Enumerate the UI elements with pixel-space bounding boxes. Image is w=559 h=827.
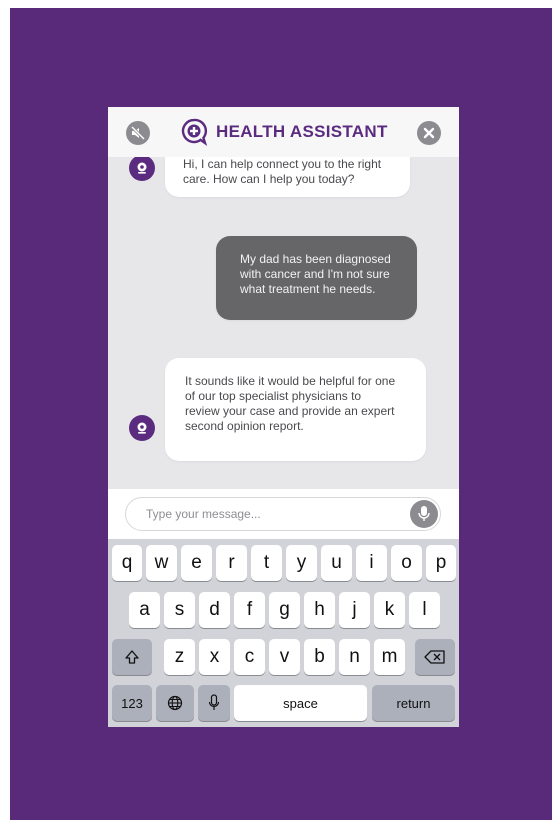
key-x[interactable]: x (199, 639, 230, 675)
shift-key[interactable] (112, 639, 152, 675)
close-icon (423, 127, 435, 139)
assistant-avatar (129, 157, 155, 181)
header-title-group: HEALTH ASSISTANT (180, 118, 388, 146)
key-c[interactable]: c (234, 639, 265, 675)
key-r[interactable]: r (216, 545, 247, 581)
message-line: care. How can I help you today? (183, 172, 355, 186)
mute-button[interactable] (126, 121, 150, 145)
key-f[interactable]: f (234, 592, 265, 628)
assistant-avatar (129, 415, 155, 441)
message-input-wrapper (125, 497, 441, 531)
message-line: what treatment he needs. (240, 282, 376, 296)
assistant-message: Hi, I can help connect you to the right … (165, 157, 410, 197)
chat-plus-icon (181, 118, 208, 146)
key-t[interactable]: t (251, 545, 282, 581)
key-m[interactable]: m (374, 639, 405, 675)
dictation-key[interactable] (198, 685, 230, 721)
globe-key[interactable] (156, 685, 194, 721)
backspace-icon (424, 650, 445, 664)
message-line: with cancer and I'm not sure (240, 267, 390, 281)
key-p[interactable]: p (426, 545, 456, 581)
key-j[interactable]: j (339, 592, 370, 628)
message-line: second opinion report. (185, 419, 304, 433)
message-line: It sounds like it would be helpful for o… (185, 374, 396, 388)
voice-input-button[interactable] (410, 500, 438, 528)
key-s[interactable]: s (164, 592, 195, 628)
key-q[interactable]: q (112, 545, 142, 581)
key-u[interactable]: u (321, 545, 352, 581)
message-input[interactable] (146, 498, 406, 530)
key-l[interactable]: l (409, 592, 440, 628)
key-a[interactable]: a (129, 592, 160, 628)
backspace-key[interactable] (415, 639, 455, 675)
microphone-icon (418, 506, 430, 521)
key-e[interactable]: e (181, 545, 212, 581)
phone-screen: HEALTH ASSISTANT Hi, I can help connect … (108, 107, 459, 727)
key-o[interactable]: o (391, 545, 422, 581)
assistant-face-icon (137, 422, 147, 434)
key-n[interactable]: n (339, 639, 370, 675)
return-key[interactable]: return (372, 685, 455, 721)
page-title: HEALTH ASSISTANT (216, 122, 388, 141)
message-line: Hi, I can help connect you to the right (183, 157, 382, 171)
message-line: review your case and provide an expert (185, 404, 395, 418)
message-line: My dad has been diagnosed (240, 252, 391, 266)
key-d[interactable]: d (199, 592, 230, 628)
key-g[interactable]: g (269, 592, 300, 628)
key-y[interactable]: y (286, 545, 317, 581)
user-message: My dad has been diagnosed with cancer an… (216, 236, 417, 320)
shift-arrow-icon (125, 650, 139, 664)
space-key[interactable]: space (234, 685, 367, 721)
assistant-message: It sounds like it would be helpful for o… (165, 358, 426, 461)
key-z[interactable]: z (164, 639, 195, 675)
message-line: of our top specialist physicians to (185, 389, 362, 403)
message-input-bar (108, 489, 459, 539)
microphone-icon (208, 694, 220, 710)
key-w[interactable]: w (146, 545, 177, 581)
globe-icon (167, 695, 183, 711)
key-b[interactable]: b (304, 639, 335, 675)
chat-thread: Hi, I can help connect you to the right … (108, 157, 459, 489)
key-i[interactable]: i (356, 545, 387, 581)
key-h[interactable]: h (304, 592, 335, 628)
speaker-muted-icon (130, 125, 146, 141)
numbers-key[interactable]: 123 (112, 685, 152, 721)
assistant-face-icon (137, 162, 147, 174)
key-v[interactable]: v (269, 639, 300, 675)
onscreen-keyboard: q w e r t y u i o p a s d f g h j k l z … (108, 539, 459, 727)
key-k[interactable]: k (374, 592, 405, 628)
close-button[interactable] (417, 121, 441, 145)
chat-header: HEALTH ASSISTANT (108, 107, 459, 157)
